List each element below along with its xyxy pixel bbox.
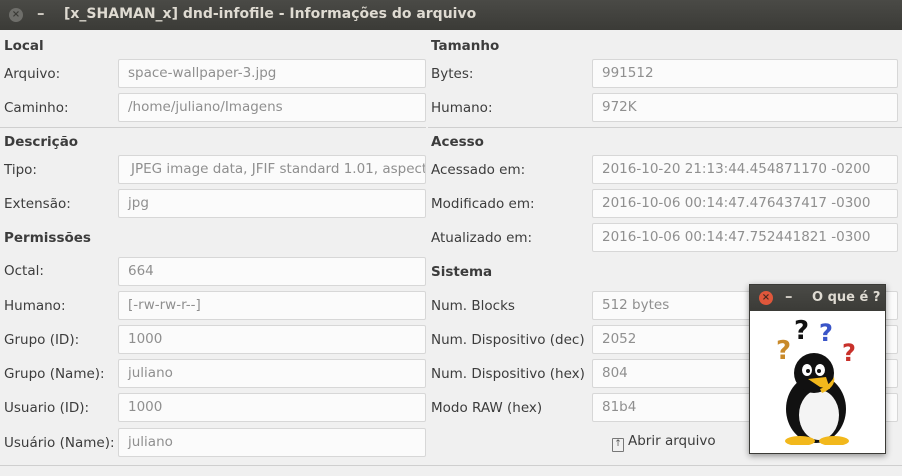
extensao-field[interactable]: jpg xyxy=(118,189,426,218)
open-file-label: Abrir arquivo xyxy=(628,433,716,449)
svg-text:?: ? xyxy=(776,336,791,366)
bytes-label: Bytes: xyxy=(431,66,474,82)
svg-text:?: ? xyxy=(819,319,833,347)
section-title-acesso: Acesso xyxy=(431,134,484,150)
upload-arrow-icon: ↑ xyxy=(612,438,624,452)
window-title: [x_SHAMAN_x] dnd-infofile - Informações … xyxy=(64,6,477,22)
usuario-name-label: Usuário (Name): xyxy=(4,435,115,451)
octal-field[interactable]: 664 xyxy=(118,257,426,286)
svg-text:?: ? xyxy=(842,339,856,367)
usuario-id-field[interactable]: 1000 xyxy=(118,393,426,422)
tipo-label: Tipo: xyxy=(4,162,37,178)
section-title-sistema: Sistema xyxy=(431,264,493,280)
caminho-label: Caminho: xyxy=(4,100,69,116)
open-file-button[interactable]: ↑ Abrir arquivo xyxy=(612,433,716,452)
modificado-field[interactable]: 2016-10-06 00:14:47.476437417 -0300 xyxy=(592,189,898,218)
close-icon[interactable]: × xyxy=(759,291,773,305)
modificado-label: Modificado em: xyxy=(431,196,535,212)
caminho-field[interactable]: /home/juliano/Imagens xyxy=(118,93,426,122)
tipo-field[interactable]: JPEG image data, JFIF standard 1.01, asp… xyxy=(118,155,426,184)
about-popup: × – O que é ? ? ? ? ? xyxy=(749,284,886,454)
humano-size-label: Humano: xyxy=(431,100,493,116)
popup-title: O que é ? xyxy=(812,290,881,305)
humano-perm-field[interactable]: [-rw-rw-r--] xyxy=(118,291,426,320)
disp-hex-label: Num. Dispositivo (hex) xyxy=(431,366,585,382)
section-title-descricao: Descrição xyxy=(4,134,79,150)
arquivo-field[interactable]: space-wallpaper-3.jpg xyxy=(118,59,426,88)
humano-perm-label: Humano: xyxy=(4,298,66,314)
window-titlebar: × – [x_SHAMAN_x] dnd-infofile - Informaç… xyxy=(0,0,902,30)
usuario-name-field[interactable]: juliano xyxy=(118,428,426,457)
usuario-id-label: Usuario (ID): xyxy=(4,400,90,416)
confused-penguin-icon: ? ? ? ? xyxy=(776,317,856,445)
popup-titlebar: × – O que é ? xyxy=(750,285,885,311)
arquivo-label: Arquivo: xyxy=(4,66,61,82)
svg-text:?: ? xyxy=(794,317,809,346)
grupo-name-field[interactable]: juliano xyxy=(118,359,426,388)
modo-raw-label: Modo RAW (hex) xyxy=(431,400,543,416)
grupo-name-label: Grupo (Name): xyxy=(4,366,105,382)
extensao-label: Extensão: xyxy=(4,196,71,212)
atualizado-field[interactable]: 2016-10-06 00:14:47.752441821 -0300 xyxy=(592,223,898,252)
octal-label: Octal: xyxy=(4,263,44,279)
humano-size-field[interactable]: 972K xyxy=(592,93,898,122)
separator xyxy=(0,127,426,128)
acessado-field[interactable]: 2016-10-20 21:13:44.454871170 -0200 xyxy=(592,155,898,184)
grupo-id-field[interactable]: 1000 xyxy=(118,325,426,354)
grupo-id-label: Grupo (ID): xyxy=(4,332,80,348)
disp-dec-label: Num. Dispositivo (dec) xyxy=(431,332,585,348)
atualizado-label: Atualizado em: xyxy=(431,230,533,246)
separator xyxy=(428,127,902,128)
section-title-permissoes: Permissões xyxy=(4,230,91,246)
bytes-field[interactable]: 991512 xyxy=(592,59,898,88)
section-title-local: Local xyxy=(4,38,44,54)
close-icon[interactable]: × xyxy=(9,8,23,22)
minimize-icon[interactable]: – xyxy=(37,4,45,22)
section-title-tamanho: Tamanho xyxy=(431,38,500,54)
minimize-icon[interactable]: – xyxy=(785,287,793,305)
blocks-label: Num. Blocks xyxy=(431,298,515,314)
acessado-label: Acessado em: xyxy=(431,162,526,178)
separator xyxy=(0,465,902,466)
